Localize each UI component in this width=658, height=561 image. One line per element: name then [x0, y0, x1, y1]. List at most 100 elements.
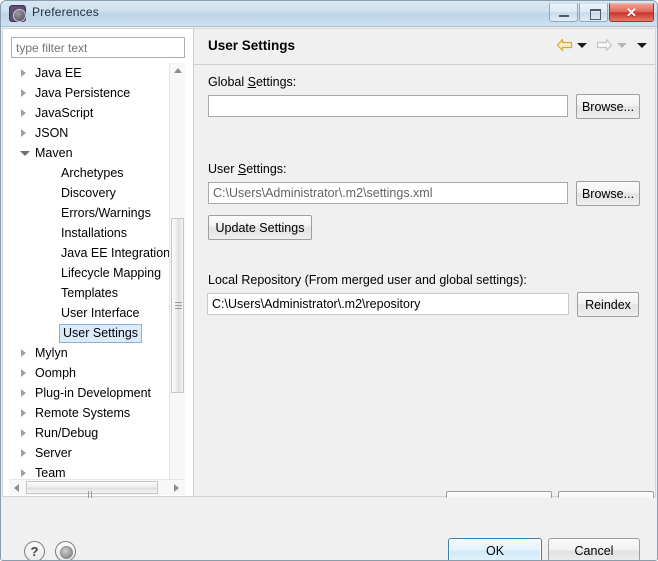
global-settings-input[interactable] [208, 95, 568, 117]
global-settings-label-post: ettings: [255, 75, 297, 89]
sidebar-item-lifecycle-mapping[interactable]: Lifecycle Mapping [9, 263, 185, 283]
chevron-right-icon[interactable] [21, 429, 26, 437]
sidebar-item-java-persistence[interactable]: Java Persistence [9, 83, 185, 103]
global-settings-label: Global Settings: [208, 75, 296, 89]
ok-button[interactable]: OK [448, 538, 542, 560]
sidebar-item-label: JSON [35, 126, 69, 140]
sidebar-item-server[interactable]: Server [9, 443, 185, 463]
sidebar-item-archetypes[interactable]: Archetypes [9, 163, 185, 183]
chevron-right-icon[interactable] [21, 409, 26, 417]
chevron-down-icon[interactable] [20, 151, 30, 156]
sidebar-item-label: Maven [35, 146, 73, 160]
sidebar-item-json[interactable]: JSON [9, 123, 185, 143]
reindex-button[interactable]: Reindex [577, 292, 639, 317]
scroll-left-icon[interactable] [9, 480, 25, 495]
chevron-right-icon[interactable] [21, 69, 26, 77]
sidebar-item-java-ee[interactable]: Java EE [9, 63, 185, 83]
sidebar-item-team[interactable]: Team [9, 463, 185, 478]
user-settings-label-pre: User [208, 162, 238, 176]
user-settings-input[interactable] [208, 182, 568, 204]
chevron-right-icon[interactable] [21, 369, 26, 377]
global-settings-label-mnemonic: S [247, 75, 256, 89]
window-controls: ✕ [548, 3, 654, 22]
sidebar-item-label: Remote Systems [35, 406, 131, 420]
sidebar-item-installations[interactable]: Installations [9, 223, 185, 243]
sidebar-item-javascript[interactable]: JavaScript [9, 103, 185, 123]
sidebar-item-label: Oomph [35, 366, 76, 380]
sidebar-item-label: Templates [61, 286, 118, 300]
local-repository-input[interactable] [207, 293, 569, 315]
chevron-right-icon[interactable] [21, 449, 26, 457]
sidebar-item-label: Java EE [35, 66, 82, 80]
sidebar-item-user-settings[interactable]: User Settings [9, 323, 185, 343]
window-title: Preferences [32, 5, 99, 19]
oomph-recorder-icon[interactable] [55, 541, 76, 560]
user-settings-label-mnemonic: S [237, 162, 247, 176]
sidebar-item-label: User Interface [61, 306, 140, 320]
panel-nav-tools [556, 38, 647, 52]
chevron-right-icon[interactable] [21, 89, 26, 97]
sidebar-item-label: Discovery [61, 186, 116, 200]
sidebar-item-label: Plug-in Development [35, 386, 152, 400]
sidebar-item-remote-systems[interactable]: Remote Systems [9, 403, 185, 423]
sidebar-item-label: Java Persistence [35, 86, 131, 100]
vertical-scroll-thumb[interactable] [171, 218, 184, 393]
sidebar-item-label: Lifecycle Mapping [61, 266, 162, 280]
chevron-right-icon[interactable] [21, 349, 26, 357]
user-settings-label-post: ettings: [246, 162, 287, 176]
sidebar-item-java-ee-integration[interactable]: Java EE Integration [9, 243, 185, 263]
minimize-button[interactable] [549, 3, 578, 22]
search-input[interactable] [11, 37, 185, 58]
sidebar-item-label: Mylyn [35, 346, 68, 360]
sidebar-item-label: Run/Debug [35, 426, 99, 440]
horizontal-scroll-thumb[interactable] [26, 481, 158, 516]
sidebar-item-label: Java EE Integration [61, 246, 171, 260]
preference-tree[interactable]: Java EE Java Persistence JavaScript JSON Mav… [9, 63, 185, 478]
chevron-right-icon[interactable] [21, 109, 26, 117]
page-title: User Settings [208, 38, 296, 53]
sidebar-item-errors-warnings[interactable]: Errors/Warnings [9, 203, 185, 223]
back-history-chevron-down-icon[interactable] [576, 38, 587, 52]
panel-header: User Settings [194, 29, 655, 65]
user-settings-browse-button[interactable]: Browse... [576, 181, 640, 206]
scroll-grip-icon [175, 301, 182, 310]
sidebar-item-run-debug[interactable]: Run/Debug [9, 423, 185, 443]
view-menu-chevron-down-icon[interactable] [636, 38, 647, 52]
sidebar-item-oomph[interactable]: Oomph [9, 363, 185, 383]
dialog-body: Java EE Java Persistence JavaScript JSON Mav… [1, 27, 657, 560]
sidebar-item-label: JavaScript [35, 106, 94, 120]
local-repository-label: Local Repository (From merged user and g… [208, 273, 527, 287]
tree-vertical-scrollbar[interactable] [169, 63, 185, 495]
back-arrow-icon[interactable] [556, 38, 573, 52]
chevron-right-icon[interactable] [21, 469, 26, 477]
forward-arrow-icon [596, 38, 613, 52]
sidebar-item-maven[interactable]: Maven [9, 143, 185, 163]
scroll-grip-icon [88, 485, 96, 516]
help-icon[interactable]: ? [24, 541, 45, 560]
global-settings-browse-button[interactable]: Browse... [576, 94, 640, 119]
scroll-up-icon[interactable] [170, 63, 185, 79]
cancel-button[interactable]: Cancel [548, 538, 640, 560]
preferences-icon [9, 5, 26, 22]
global-settings-label-pre: Global [208, 75, 248, 89]
sidebar-item-plug-in-development[interactable]: Plug-in Development [9, 383, 185, 403]
sidebar-item-label: Server [35, 446, 72, 460]
maximize-button[interactable] [579, 3, 608, 22]
settings-panel: User Settings Global Settings: Browse...… [193, 29, 655, 516]
sidebar-item-label: Archetypes [61, 166, 124, 180]
tree-horizontal-scrollbar[interactable] [9, 479, 185, 516]
content-area: Java EE Java Persistence JavaScript JSON Mav… [2, 28, 656, 516]
user-settings-label: User Settings: [208, 162, 287, 176]
sidebar-item-templates[interactable]: Templates [9, 283, 185, 303]
sidebar-item-label: User Settings [59, 324, 143, 343]
sidebar-item-mylyn[interactable]: Mylyn [9, 343, 185, 363]
chevron-right-icon[interactable] [21, 389, 26, 397]
chevron-right-icon[interactable] [21, 129, 26, 137]
preferences-dialog: Preferences ✕ Java EEJava PersistenceJav… [0, 0, 658, 561]
scroll-right-icon[interactable] [169, 480, 185, 495]
sidebar-item-discovery[interactable]: Discovery [9, 183, 185, 203]
sidebar-item-label: Installations [61, 226, 128, 240]
close-button[interactable]: ✕ [609, 3, 654, 22]
update-settings-button[interactable]: Update Settings [208, 215, 312, 240]
sidebar-item-user-interface[interactable]: User Interface [9, 303, 185, 323]
